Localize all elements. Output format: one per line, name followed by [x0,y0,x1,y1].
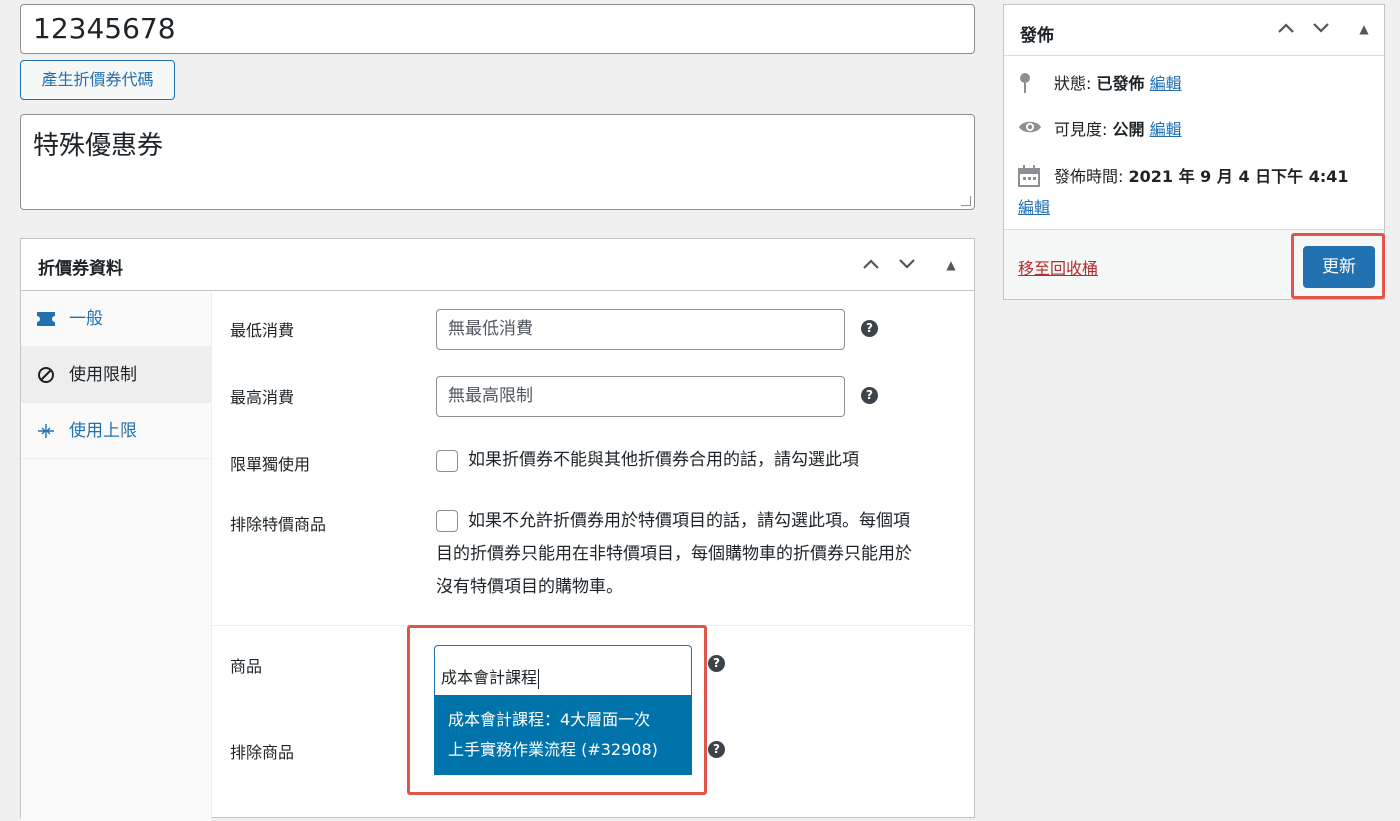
publish-date-label: 發佈時間: [1054,167,1124,186]
publish-actions: 移至回收桶 更新 [1004,229,1385,299]
edit-visibility-link[interactable]: 編輯 [1150,120,1182,139]
visibility-label: 可見度: [1054,120,1108,139]
edit-status-link[interactable]: 編輯 [1150,74,1182,93]
products-label: 商品 [230,657,263,676]
ticket-icon [35,291,57,347]
exclude-sale-label: 排除特價商品 [230,515,327,534]
product-suggestion-option[interactable]: 成本會計課程：4大層面一次 上手實務作業流程 (#32908) [434,695,692,775]
exclude-sale-description-line2: 目的折價券只能用在非特價項目，每個購物車的折價券只能用於 [436,544,912,564]
eye-icon [1018,118,1042,142]
exclude-sale-checkbox[interactable] [436,510,458,532]
individual-use-label: 限單獨使用 [230,455,311,474]
exclude-sale-description-line1: 如果不允許折價券用於特價項目的話，請勾選此項。每個項 [468,511,910,531]
move-down-icon[interactable] [893,251,921,279]
status-label: 狀態: [1054,74,1092,93]
tab-usage-limits-label: 使用上限 [69,421,137,441]
collapse-toggle-icon[interactable]: ▲ [1350,15,1378,43]
tab-general-label: 一般 [69,309,103,329]
publish-title: 發佈 [1020,26,1054,46]
coupon-tabs: 一般 使用限制 使用上限 [21,291,212,821]
help-icon[interactable]: ? [708,655,725,672]
visibility-value: 公開 [1112,120,1145,139]
pin-icon [1018,72,1042,101]
coupon-description-textarea[interactable]: 特殊優惠券 [20,114,975,210]
limit-icon [35,403,57,459]
individual-use-checkbox[interactable] [436,450,458,472]
text-caret [538,668,540,689]
coupon-description-text: 特殊優惠券 [33,131,164,161]
coupon-data-title: 折價券資料 [38,259,123,279]
exclude-products-label: 排除商品 [230,743,295,762]
collapse-toggle-icon[interactable]: ▲ [937,251,965,279]
move-up-icon[interactable] [857,251,885,279]
publish-header-divider [1004,55,1384,56]
max-spend-label: 最高消費 [230,388,295,407]
move-to-trash-link[interactable]: 移至回收桶 [1018,255,1098,279]
tab-general[interactable]: 一般 [21,291,212,347]
block-icon [35,347,57,403]
calendar-icon [1018,165,1042,194]
move-down-icon[interactable] [1307,15,1335,43]
products-search-text: 成本會計課程 [441,668,538,687]
individual-use-description: 如果折價券不能與其他折價券合用的話，請勾選此項 [468,450,859,470]
coupon-code-input[interactable]: 12345678 [20,4,975,54]
max-spend-input[interactable]: 無最高限制 [436,376,845,417]
publish-date-value: 2021 年 9 月 4 日下午 4:41 [1128,167,1349,186]
min-spend-input[interactable]: 無最低消費 [436,309,845,350]
highlight-box: 成本會計課程 成本會計課程：4大層面一次 上手實務作業流程 (#32908) [407,625,707,795]
resize-handle[interactable] [961,196,971,206]
status-value: 已發佈 [1096,74,1145,93]
coupon-data-box: 折價券資料 ▲ 一般 使用限制 使用上限 最低消費 無最低消費 ? 最高消費 無… [20,238,975,821]
coupon-data-header: 折價券資料 ▲ [21,239,974,291]
tab-usage-restriction[interactable]: 使用限制 [21,347,212,403]
help-icon[interactable]: ? [861,387,878,404]
edit-date-link[interactable]: 編輯 [1018,194,1050,218]
publish-box: 發佈 ▲ 狀態: 已發佈 編輯 可見度: 公開 編輯 發佈時間: 2021 年 … [1003,4,1385,300]
generate-coupon-code-button[interactable]: 產生折價券代碼 [20,60,175,100]
help-icon[interactable]: ? [708,741,725,758]
tab-usage-limits[interactable]: 使用上限 [21,403,212,459]
tab-usage-restriction-label: 使用限制 [69,365,137,385]
product-suggestion-line1: 成本會計課程：4大層面一次 [448,710,651,729]
product-suggestion-line2: 上手實務作業流程 (#32908) [448,740,658,759]
update-button[interactable]: 更新 [1303,246,1375,288]
help-icon[interactable]: ? [861,320,878,337]
exclude-sale-description-line3: 沒有特價項目的購物車。 [436,577,623,597]
move-up-icon[interactable] [1272,15,1300,43]
min-spend-label: 最低消費 [230,321,295,340]
